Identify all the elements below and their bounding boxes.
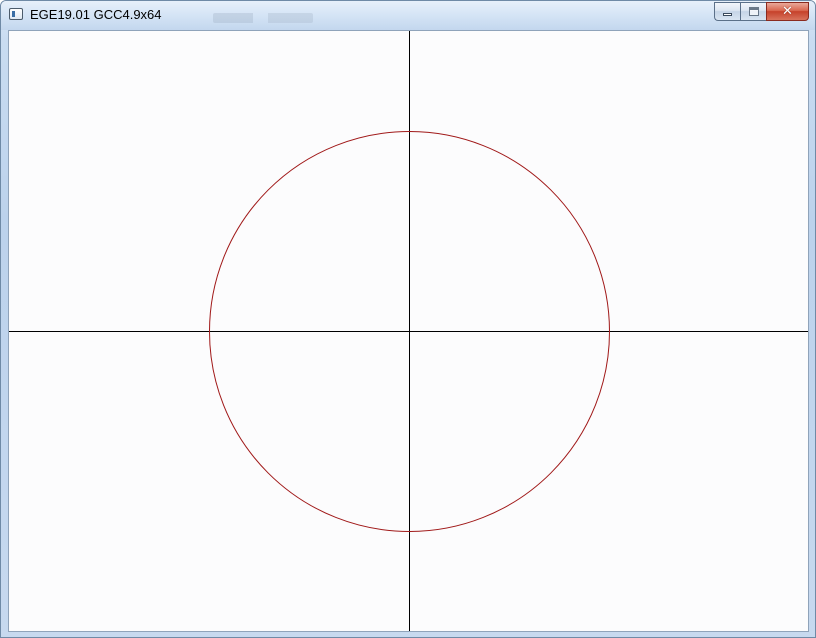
minimize-icon [723, 13, 732, 16]
maximize-button[interactable] [740, 2, 766, 21]
window-controls: ✕ [714, 2, 809, 21]
app-window-icon[interactable] [9, 8, 23, 20]
window-title: EGE19.01 GCC4.9x64 [30, 7, 162, 22]
background-ghost-text [213, 13, 313, 23]
maximize-icon [749, 7, 759, 16]
close-button[interactable]: ✕ [766, 2, 809, 21]
graphics-surface [9, 31, 808, 631]
drawing-canvas[interactable] [8, 30, 809, 632]
minimize-button[interactable] [714, 2, 740, 21]
close-icon: ✕ [782, 4, 793, 19]
app-window: EGE19.01 GCC4.9x64 ✕ [0, 0, 816, 638]
title-bar[interactable]: EGE19.01 GCC4.9x64 ✕ [1, 1, 815, 30]
